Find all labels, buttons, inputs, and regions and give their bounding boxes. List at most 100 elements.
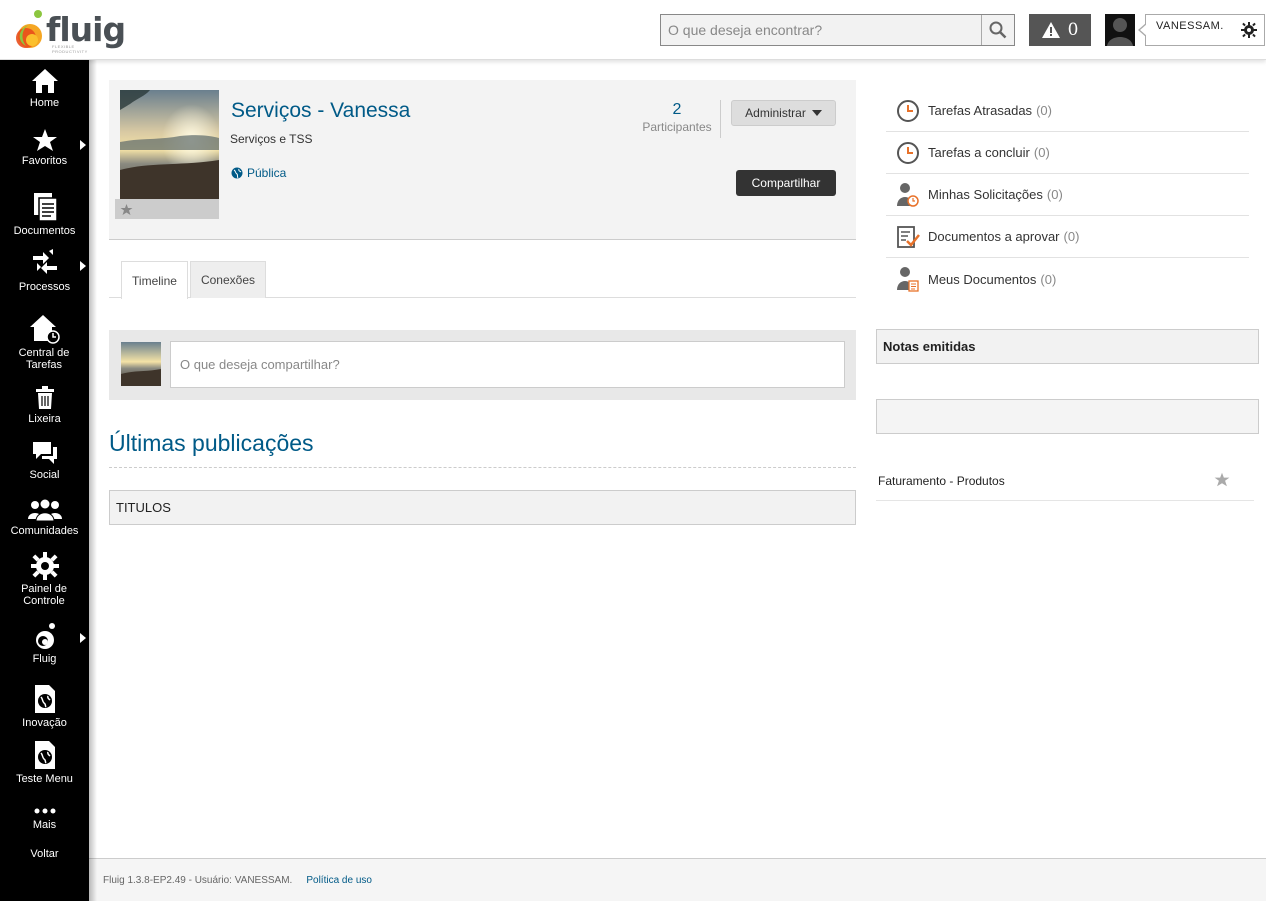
gear-icon <box>30 552 59 580</box>
faturamento-label: Faturamento - Produtos <box>878 474 1005 488</box>
sidebar-item-documentos[interactable]: Documentos <box>0 192 89 237</box>
caret-down-icon <box>811 110 822 116</box>
sidebar-item-label: Comunidades <box>10 525 79 537</box>
left-sidebar: Home Favoritos Documentos Processos Cent… <box>0 60 89 901</box>
vertical-divider <box>720 100 721 138</box>
sidebar-item-label: Lixeira <box>28 413 61 425</box>
social-icon <box>32 442 57 464</box>
faturamento-produtos-row[interactable]: Faturamento - Produtos <box>876 462 1254 501</box>
submenu-arrow-icon <box>80 633 86 643</box>
globe-doc-icon <box>34 685 55 713</box>
notifications-button[interactable]: 0 <box>1029 14 1091 46</box>
administrar-label: Administrar <box>745 106 806 120</box>
notification-count: 0 <box>1067 20 1079 40</box>
sidebar-item-lixeira[interactable]: Lixeira <box>0 386 89 425</box>
sidebar-shadow <box>89 60 97 901</box>
task-count: (0) <box>1040 271 1057 287</box>
user-name: VANESSAM. <box>1156 20 1224 32</box>
sidebar-item-comunidades[interactable]: Comunidades <box>0 498 89 537</box>
warning-icon <box>1041 22 1060 38</box>
sidebar-item-label: Inovação <box>22 717 67 729</box>
sidebar-item-favoritos[interactable]: Favoritos <box>0 128 89 167</box>
footer-version-text: Fluig 1.3.8-EP2.49 - Usuário: VANESSAM. <box>103 874 293 886</box>
community-header: Serviços - Vanessa Serviços e TSS Públic… <box>109 80 856 240</box>
sidebar-item-social[interactable]: Social <box>0 440 89 481</box>
documents-icon <box>33 193 58 222</box>
sidebar-item-fluig[interactable]: Fluig <box>0 622 89 665</box>
participants-label: Participantes <box>642 120 712 134</box>
gear-icon[interactable] <box>1241 22 1257 38</box>
sidebar-item-label: Processos <box>18 281 71 293</box>
sidebar-item-label: Social <box>29 469 60 481</box>
task-item-tarefas-a-concluir[interactable]: Tarefas a concluir (0) <box>886 132 1249 174</box>
sidebar-item-label: Central de Tarefas <box>18 347 70 371</box>
communities-icon <box>27 498 62 522</box>
dashed-divider <box>109 467 856 468</box>
tab-conexoes[interactable]: Conexões <box>190 261 266 298</box>
task-label: Documentos a aprovar <box>928 229 1060 244</box>
fluig-icon <box>35 623 55 649</box>
community-avatar <box>121 342 161 386</box>
latest-publications-title: Últimas publicações <box>109 430 314 456</box>
clock-icon <box>895 140 921 166</box>
search-box <box>660 14 1015 46</box>
usage-policy-link[interactable]: Política de uso <box>306 875 372 886</box>
privacy-label: Pública <box>247 166 287 180</box>
task-item-meus-documentos[interactable]: Meus Documentos (0) <box>886 258 1249 300</box>
user-avatar[interactable] <box>1105 14 1135 46</box>
sidebar-item-label: Mais <box>32 819 57 831</box>
sidebar-item-label: Voltar <box>30 848 59 860</box>
fluig-logo[interactable]: fluig FLEXIBLE PRODUCTIVITY <box>12 8 126 54</box>
star-icon[interactable] <box>120 203 133 216</box>
task-item-tarefas-atrasadas[interactable]: Tarefas Atrasadas (0) <box>886 90 1249 132</box>
user-doc-icon <box>895 266 921 292</box>
user-clock-icon <box>895 182 921 208</box>
sidebar-item-teste-menu[interactable]: Teste Menu <box>0 740 89 785</box>
task-list: Tarefas Atrasadas (0) Tarefas a concluir… <box>886 90 1249 300</box>
sidebar-item-label: Documentos <box>13 225 76 237</box>
submenu-arrow-icon <box>80 140 86 150</box>
search-input[interactable] <box>661 15 981 45</box>
clock-icon <box>895 98 921 124</box>
task-count: (0) <box>1033 145 1050 160</box>
compartilhar-button[interactable]: Compartilhar <box>736 170 836 196</box>
participants-counter[interactable]: 2 Participantes <box>639 101 715 134</box>
tab-timeline[interactable]: Timeline <box>121 261 188 299</box>
sidebar-item-central-de-tarefas[interactable]: Central de Tarefas <box>0 314 89 371</box>
empty-panel <box>876 399 1259 434</box>
share-input[interactable]: O que deseja compartilhar? <box>170 341 845 388</box>
sidebar-item-voltar[interactable]: Voltar <box>0 845 89 860</box>
search-icon <box>989 21 1007 39</box>
community-title[interactable]: Serviços - Vanessa <box>231 99 410 123</box>
trash-icon <box>35 386 54 409</box>
sidebar-item-mais[interactable]: Mais <box>0 806 89 831</box>
submenu-arrow-icon <box>80 261 86 271</box>
sidebar-item-inovacao[interactable]: Inovação <box>0 684 89 729</box>
sunset-beach-image <box>120 90 219 209</box>
fluig-logo-icon <box>16 10 42 48</box>
community-photo[interactable] <box>120 90 219 209</box>
sidebar-item-processos[interactable]: Processos <box>0 248 89 293</box>
share-box: O que deseja compartilhar? <box>109 330 856 400</box>
favorite-bar <box>115 199 219 219</box>
star-icon[interactable] <box>1214 472 1230 487</box>
sidebar-item-painel-de-controle[interactable]: Painel de Controle <box>0 552 89 607</box>
task-label: Tarefas a concluir <box>928 145 1030 160</box>
search-button[interactable] <box>981 15 1014 45</box>
community-privacy[interactable]: Pública <box>231 166 286 180</box>
participants-count: 2 <box>672 101 682 118</box>
logo-subtext: FLEXIBLE PRODUCTIVITY <box>52 44 88 54</box>
task-item-minhas-solicitacoes[interactable]: Minhas Solicitações (0) <box>886 174 1249 216</box>
user-menu[interactable]: VANESSAM. <box>1138 14 1265 46</box>
sidebar-item-label: Home <box>29 97 60 109</box>
task-count: (0) <box>1063 229 1080 244</box>
sidebar-item-label: Favoritos <box>21 155 68 167</box>
task-item-documentos-a-aprovar[interactable]: Documentos a aprovar (0) <box>886 216 1249 258</box>
globe-icon <box>231 167 243 179</box>
sidebar-item-home[interactable]: Home <box>0 68 89 109</box>
home-icon <box>31 69 58 93</box>
community-subtitle: Serviços e TSS <box>230 132 313 146</box>
administrar-button[interactable]: Administrar <box>731 100 836 126</box>
task-center-icon <box>29 315 60 344</box>
sunset-beach-thumbnail <box>121 342 161 386</box>
